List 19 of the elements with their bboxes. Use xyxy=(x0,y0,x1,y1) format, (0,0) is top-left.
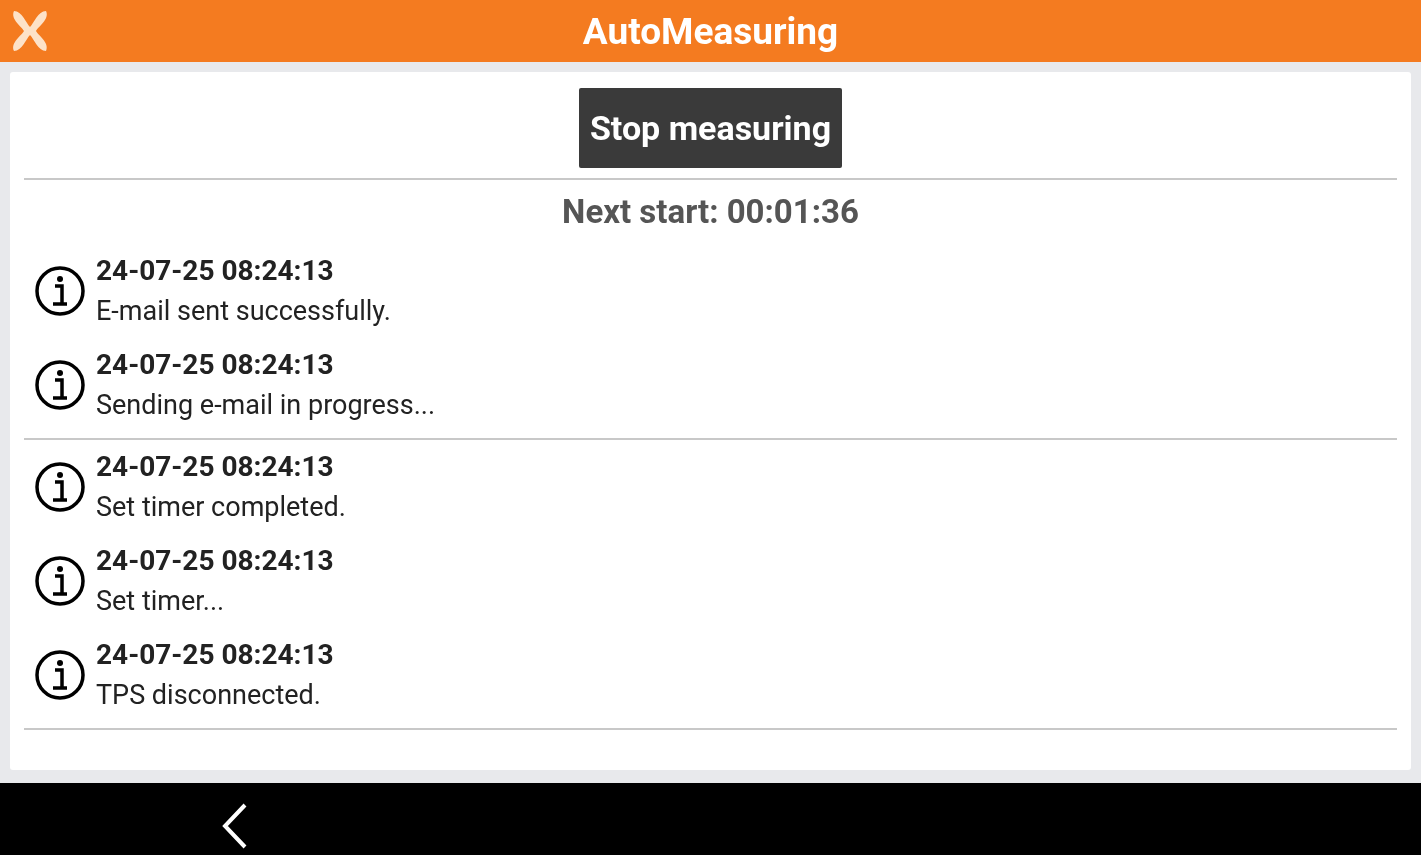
next-start-label: Next start: 00:01:36 xyxy=(561,192,860,232)
info-icon xyxy=(34,265,86,317)
log-message: TPS disconnected. xyxy=(96,678,322,713)
log-message: Sending e-mail in progress... xyxy=(96,388,436,423)
app-title: AutoMeasuring xyxy=(582,12,839,50)
log-message: Set timer... xyxy=(96,584,226,619)
info-icon xyxy=(34,555,86,607)
info-icon xyxy=(34,359,86,411)
log-message: Set timer completed. xyxy=(96,490,346,525)
log-timestamp: 24-07-25 08:24:13 xyxy=(96,449,335,485)
log-timestamp: 24-07-25 08:24:13 xyxy=(96,347,335,383)
log-message: E-mail sent successfully. xyxy=(96,294,391,329)
log-timestamp: 24-07-25 08:24:13 xyxy=(96,637,334,673)
logo-icon xyxy=(10,9,50,53)
log-timestamp: 24-07-25 08:24:13 xyxy=(96,543,334,579)
info-icon xyxy=(34,649,86,701)
info-icon xyxy=(34,461,86,513)
log-timestamp: 24-07-25 08:24:13 xyxy=(96,253,335,289)
stop-measuring-button[interactable]: Stop measuring xyxy=(578,88,843,168)
